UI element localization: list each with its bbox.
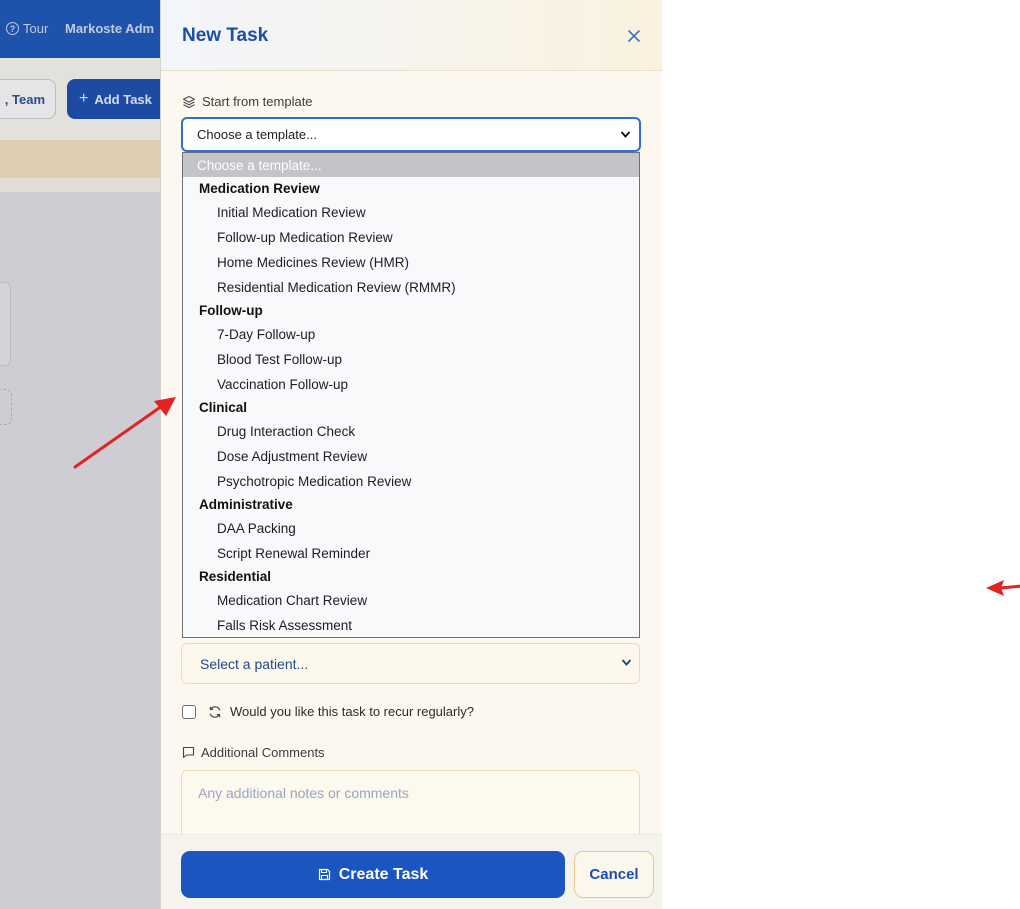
template-dropdown-list[interactable]: Choose a template... Medication Review Ini… bbox=[182, 152, 640, 638]
cancel-button[interactable]: Cancel bbox=[574, 851, 654, 898]
close-icon bbox=[628, 30, 640, 42]
annotation-arrow-icon bbox=[73, 397, 176, 469]
recur-checkbox[interactable] bbox=[182, 704, 196, 719]
comments-label-text: Additional Comments bbox=[201, 745, 325, 760]
dropdown-option[interactable]: Medication Chart Review bbox=[183, 588, 639, 613]
dropdown-group-label: Medication Review bbox=[199, 181, 320, 196]
template-select[interactable]: Choose a template... bbox=[181, 117, 641, 152]
dropdown-option[interactable]: Home Medicines Review (HMR) bbox=[183, 250, 639, 275]
dropdown-group-label: Follow-up bbox=[199, 303, 263, 318]
dropdown-group-label: Clinical bbox=[199, 400, 248, 415]
comments-placeholder: Any additional notes or comments bbox=[198, 785, 409, 801]
dropdown-group-label: Residential bbox=[199, 569, 272, 584]
template-label: Start from template bbox=[182, 94, 313, 109]
comments-textarea[interactable]: Any additional notes or comments bbox=[181, 770, 640, 835]
close-button[interactable] bbox=[624, 26, 644, 46]
screen: ? Tour Markoste Adm , Team + Add Task Ne… bbox=[0, 0, 1020, 909]
dropdown-option[interactable]: Vaccination Follow-up bbox=[183, 372, 639, 397]
create-task-button[interactable]: Create Task bbox=[181, 851, 565, 898]
patient-select[interactable]: Select a patient... bbox=[181, 643, 640, 684]
dropdown-option[interactable]: Dose Adjustment Review bbox=[183, 444, 639, 469]
create-task-label: Create Task bbox=[338, 865, 429, 883]
template-select-value: Choose a template... bbox=[197, 127, 317, 142]
chevron-down-icon bbox=[621, 659, 632, 666]
dropdown-option[interactable]: Initial Medication Review bbox=[183, 200, 639, 225]
dropdown-group-label: Administrative bbox=[199, 497, 293, 512]
dropdown-option[interactable]: Residential Medication Review (RMMR) bbox=[183, 275, 639, 300]
patient-select-value: Select a patient... bbox=[200, 655, 309, 672]
panel-title: New Task bbox=[182, 25, 269, 46]
dropdown-option[interactable]: 7-Day Follow-up bbox=[183, 322, 639, 347]
panel-footer: Create Task Cancel bbox=[161, 834, 662, 909]
new-task-panel: New Task Start from template Choose a te… bbox=[160, 0, 662, 909]
dropdown-option[interactable]: Follow-up Medication Review bbox=[183, 225, 639, 250]
refresh-icon bbox=[209, 705, 221, 718]
dropdown-option[interactable]: DAA Packing bbox=[183, 516, 639, 541]
dropdown-option[interactable]: Falls Risk Assessment bbox=[183, 613, 639, 637]
annotation-arrow-icon bbox=[986, 580, 1020, 596]
comments-label: Additional Comments bbox=[182, 745, 325, 760]
recur-label: Would you like this task to recur regula… bbox=[230, 704, 474, 719]
dropdown-option[interactable]: Drug Interaction Check bbox=[183, 419, 639, 444]
chevron-down-icon bbox=[620, 131, 631, 138]
dropdown-option[interactable]: Psychotropic Medication Review bbox=[183, 469, 639, 494]
dropdown-option[interactable]: Script Renewal Reminder bbox=[183, 541, 639, 566]
layers-icon bbox=[182, 95, 196, 108]
template-label-text: Start from template bbox=[202, 94, 313, 109]
comment-icon bbox=[182, 746, 195, 759]
save-icon bbox=[318, 868, 330, 881]
panel-header: New Task bbox=[161, 0, 662, 71]
dropdown-placeholder-option[interactable]: Choose a template... bbox=[183, 153, 639, 177]
dropdown-option[interactable]: Blood Test Follow-up bbox=[183, 347, 639, 372]
recur-option[interactable]: Would you like this task to recur regula… bbox=[182, 704, 474, 719]
